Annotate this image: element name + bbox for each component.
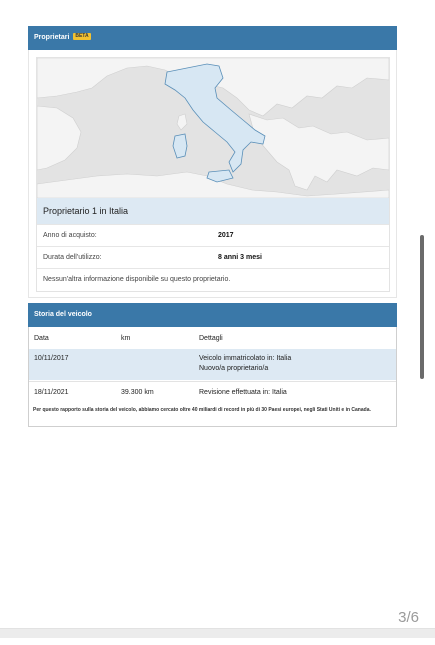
history-panel: Storia del veicolo Data km Dettagli 10/1… xyxy=(28,303,397,427)
info-label: Anno di acquisto: xyxy=(43,232,97,239)
info-row-purchase-year: Anno di acquisto: 2017 xyxy=(37,224,389,245)
bottom-bar xyxy=(0,628,435,638)
owner-card: Proprietario 1 in Italia Anno di acquist… xyxy=(36,57,390,292)
row-km: 39.300 km xyxy=(121,389,154,396)
info-row-usage-duration: Durata dell'utilizzo: 8 anni 3 mesi xyxy=(37,246,389,267)
owners-title: Proprietari xyxy=(34,34,70,41)
history-title: Storia del veicolo xyxy=(34,311,92,318)
italy-map xyxy=(37,58,389,198)
history-body: Data km Dettagli 10/11/2017 Veicolo imma… xyxy=(28,327,397,427)
owner-title: Proprietario 1 in Italia xyxy=(37,198,389,224)
history-footnote: Per questo rapporto sulla storia del vei… xyxy=(33,407,371,413)
row-date: 18/11/2021 xyxy=(34,389,69,396)
info-note-row: Nessun'altra informazione disponibile su… xyxy=(37,268,389,291)
owners-panel: Proprietari BETA Proprietario 1 in Itali… xyxy=(28,26,397,298)
history-header: Storia del veicolo xyxy=(28,303,397,327)
info-label: Durata dell'utilizzo: xyxy=(43,254,102,261)
beta-badge: BETA xyxy=(73,32,91,40)
owners-body: Proprietario 1 in Italia Anno di acquist… xyxy=(28,50,397,298)
table-row: 18/11/2021 39.300 km Revisione effettuat… xyxy=(29,381,396,404)
col-header-details: Dettagli xyxy=(199,335,223,342)
info-value: 2017 xyxy=(218,232,234,239)
scrollbar[interactable] xyxy=(420,235,424,379)
page-indicator: 3/6 xyxy=(398,609,419,626)
info-note: Nessun'altra informazione disponibile su… xyxy=(43,276,231,283)
info-value: 8 anni 3 mesi xyxy=(218,254,262,261)
col-header-km: km xyxy=(121,335,131,342)
row-detail: Nuovo/a proprietario/a xyxy=(199,365,269,372)
owners-header: Proprietari BETA xyxy=(28,26,397,50)
table-row: 10/11/2017 Veicolo immatricolato in: Ita… xyxy=(29,349,396,380)
map-svg xyxy=(37,58,389,198)
col-header-date: Data xyxy=(34,335,49,342)
row-detail: Veicolo immatricolato in: Italia xyxy=(199,355,292,362)
row-date: 10/11/2017 xyxy=(34,355,69,362)
row-detail: Revisione effettuata in: Italia xyxy=(199,389,287,396)
